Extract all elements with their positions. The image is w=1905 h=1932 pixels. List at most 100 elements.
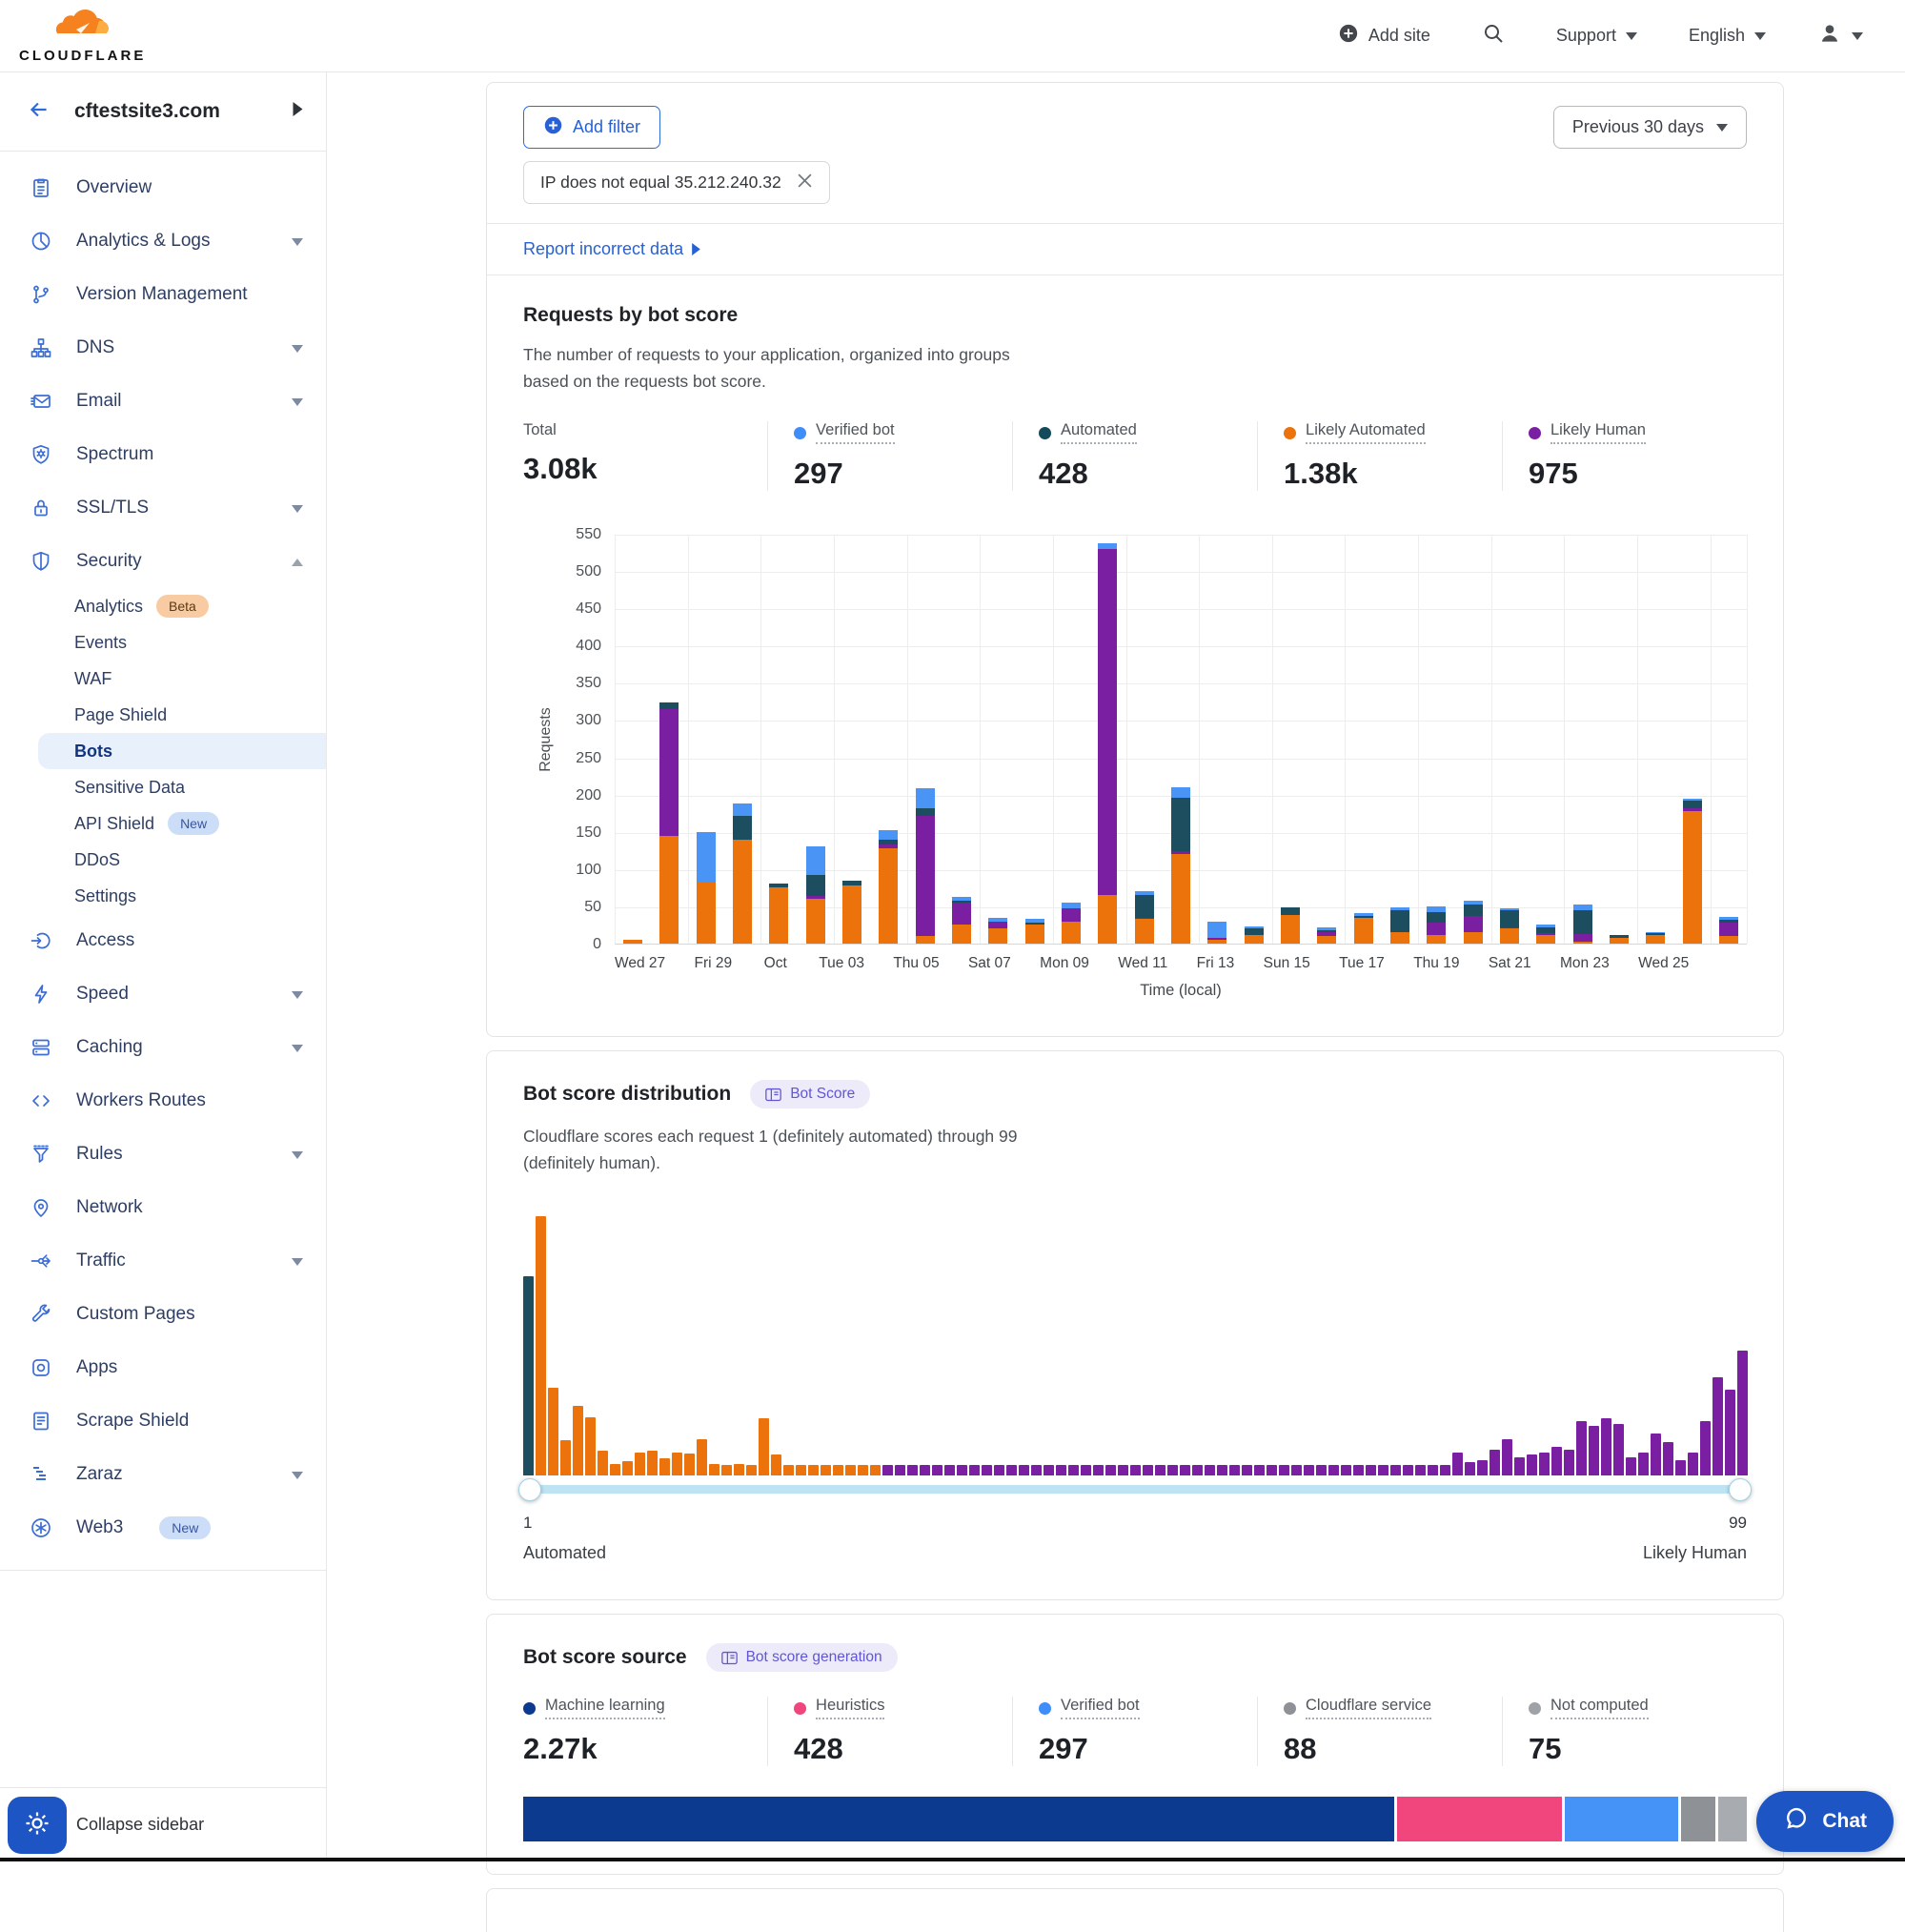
stacked-bar-wed-25[interactable]	[1646, 932, 1665, 945]
histogram-bin-score-44[interactable]	[1056, 1465, 1066, 1475]
histogram-bin-score-96[interactable]	[1700, 1421, 1711, 1475]
histogram-bin-score-41[interactable]	[1019, 1465, 1029, 1475]
histogram-bin-score-6[interactable]	[585, 1417, 596, 1475]
histogram-bin-score-89[interactable]	[1613, 1424, 1624, 1475]
stacked-bar-tue-03[interactable]	[842, 881, 861, 944]
stacked-bar-fri-06[interactable]	[952, 897, 971, 944]
stacked-bar-mon-02[interactable]	[806, 846, 825, 944]
histogram-bin-score-65[interactable]	[1316, 1465, 1327, 1475]
stacked-bar-mon-09[interactable]	[1062, 903, 1081, 944]
chat-button[interactable]: Chat	[1756, 1791, 1894, 1852]
sidebar-item-apps[interactable]: Apps	[0, 1341, 326, 1394]
histogram-bin-score-82[interactable]	[1527, 1454, 1537, 1475]
sidebar-item-version-management[interactable]: Version Management	[0, 268, 326, 321]
bot-score-generation-badge[interactable]: Bot score generation	[706, 1643, 898, 1672]
sidebar-item-analytics-logs[interactable]: Analytics & Logs	[0, 214, 326, 268]
histogram-bin-score-52[interactable]	[1155, 1465, 1165, 1475]
histogram-bin-score-53[interactable]	[1167, 1465, 1178, 1475]
source-segment-heuristics[interactable]	[1397, 1797, 1561, 1841]
collapse-sidebar[interactable]: Collapse sidebar	[0, 1787, 326, 1861]
histogram-bin-score-56[interactable]	[1205, 1465, 1215, 1475]
histogram-bin-score-87[interactable]	[1589, 1426, 1599, 1475]
histogram-bin-score-1[interactable]	[523, 1276, 534, 1475]
language-menu[interactable]: English	[1689, 26, 1766, 46]
histogram-bin-score-97[interactable]	[1712, 1377, 1723, 1475]
histogram-bin-score-75[interactable]	[1440, 1465, 1450, 1475]
sidebar-item-access[interactable]: Access	[0, 914, 326, 967]
histogram-bin-score-70[interactable]	[1378, 1465, 1388, 1475]
sidebar-item-dns[interactable]: DNS	[0, 321, 326, 375]
source-segment-not-computed[interactable]	[1718, 1797, 1747, 1841]
chevron-right-icon[interactable]	[293, 102, 303, 121]
histogram-bin-score-73[interactable]	[1415, 1465, 1426, 1475]
stacked-bar-sun-15[interactable]	[1281, 907, 1300, 944]
stacked-bar-wed-11[interactable]	[1135, 891, 1154, 944]
histogram-bin-score-20[interactable]	[759, 1418, 769, 1475]
sidebar-subitem-ddos[interactable]: DDoS	[0, 842, 326, 878]
histogram-bin-score-46[interactable]	[1081, 1465, 1091, 1475]
stacked-bar-sun-08[interactable]	[1025, 919, 1044, 944]
histogram-bin-score-94[interactable]	[1675, 1460, 1686, 1475]
stacked-bar-fri-20[interactable]	[1464, 901, 1483, 944]
histogram-bin-score-23[interactable]	[796, 1465, 806, 1475]
histogram-bin-score-13[interactable]	[672, 1453, 682, 1475]
histogram-bin-score-11[interactable]	[647, 1451, 658, 1475]
histogram-bin-score-81[interactable]	[1514, 1457, 1525, 1475]
sidebar-item-speed[interactable]: Speed	[0, 967, 326, 1021]
date-range-dropdown[interactable]: Previous 30 days	[1553, 106, 1747, 149]
stacked-bar-wed-04[interactable]	[879, 830, 898, 944]
sidebar-subitem-bots[interactable]: Bots	[38, 733, 326, 769]
histogram-bin-score-86[interactable]	[1576, 1421, 1587, 1475]
sidebar-item-workers-routes[interactable]: Workers Routes	[0, 1074, 326, 1128]
histogram-bin-score-67[interactable]	[1341, 1465, 1351, 1475]
histogram-bin-score-49[interactable]	[1118, 1465, 1128, 1475]
sidebar-subitem-sensitive-data[interactable]: Sensitive Data	[0, 769, 326, 805]
histogram-bin-score-32[interactable]	[907, 1465, 918, 1475]
stacked-bar-thu-19[interactable]	[1427, 906, 1446, 944]
histogram-bin-score-95[interactable]	[1688, 1453, 1698, 1475]
close-icon[interactable]	[797, 173, 813, 193]
back-arrow-icon[interactable]	[27, 97, 51, 127]
sidebar-item-web3[interactable]: Web3New	[0, 1501, 326, 1555]
sidebar-subitem-events[interactable]: Events	[0, 624, 326, 661]
histogram-bin-score-5[interactable]	[573, 1406, 583, 1475]
stacked-bar-sat-30[interactable]	[733, 803, 752, 944]
histogram-bin-score-22[interactable]	[783, 1465, 794, 1475]
histogram-bin-score-19[interactable]	[746, 1465, 757, 1475]
stacked-bar-thu-28[interactable]	[659, 702, 679, 944]
stacked-bar-wed-18[interactable]	[1390, 907, 1409, 944]
histogram-bin-score-62[interactable]	[1279, 1465, 1289, 1475]
histogram-bin-score-55[interactable]	[1192, 1465, 1203, 1475]
stacked-bar-mon-23[interactable]	[1573, 905, 1592, 944]
bot-score-badge[interactable]: Bot Score	[750, 1080, 870, 1108]
histogram-bin-score-54[interactable]	[1180, 1465, 1190, 1475]
support-menu[interactable]: Support	[1556, 26, 1637, 46]
sidebar-item-caching[interactable]: Caching	[0, 1021, 326, 1074]
histogram-bin-score-69[interactable]	[1366, 1465, 1376, 1475]
sidebar-item-security[interactable]: Security	[0, 535, 326, 588]
stacked-bar-thu-05[interactable]	[916, 788, 935, 944]
histogram-bin-score-48[interactable]	[1105, 1465, 1116, 1475]
add-site-button[interactable]: Add site	[1338, 23, 1430, 49]
sidebar-subitem-analytics[interactable]: AnalyticsBeta	[0, 588, 326, 624]
histogram-bin-score-25[interactable]	[821, 1465, 831, 1475]
slider-track[interactable]	[523, 1485, 1747, 1494]
histogram-bin-score-4[interactable]	[560, 1440, 571, 1475]
stacked-bar-fri-29[interactable]	[697, 832, 716, 944]
sidebar-item-email[interactable]: Email	[0, 375, 326, 428]
sidebar-item-spectrum[interactable]: Spectrum	[0, 428, 326, 481]
stacked-bar-tue-24[interactable]	[1610, 935, 1629, 944]
histogram-bin-score-92[interactable]	[1651, 1434, 1661, 1475]
source-segment-verified-bot[interactable]	[1565, 1797, 1679, 1841]
sidebar-item-overview[interactable]: Overview	[0, 161, 326, 214]
sidebar-subitem-settings[interactable]: Settings	[0, 878, 326, 914]
sidebar-subitem-page-shield[interactable]: Page Shield	[0, 697, 326, 733]
histogram-bin-score-36[interactable]	[957, 1465, 967, 1475]
histogram-bin-score-14[interactable]	[684, 1454, 695, 1475]
source-segment-cloudflare-service[interactable]	[1681, 1797, 1714, 1841]
histogram-bin-score-12[interactable]	[659, 1458, 670, 1475]
slider-handle-max[interactable]	[1729, 1478, 1752, 1501]
histogram-bin-score-93[interactable]	[1663, 1442, 1673, 1475]
histogram-bin-score-59[interactable]	[1242, 1465, 1252, 1475]
histogram-bin-score-7[interactable]	[598, 1451, 608, 1475]
